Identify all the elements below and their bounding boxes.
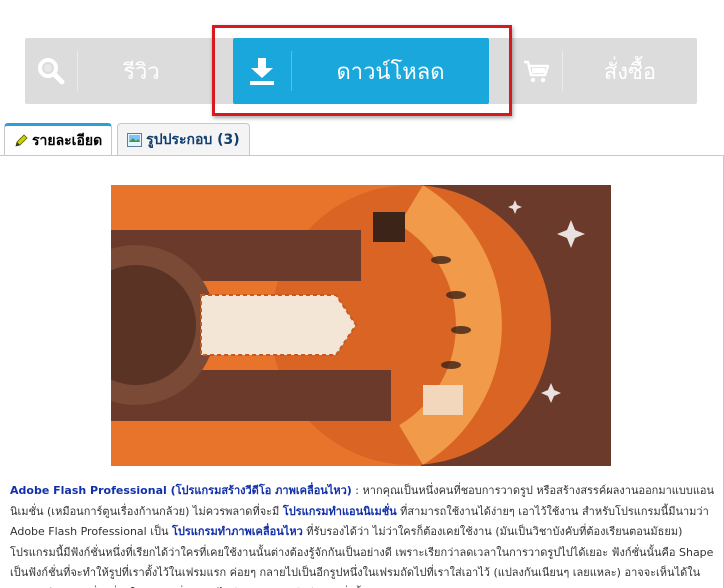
product-description: Adobe Flash Professional (โปรแกรมสร้างวี… [10,481,716,588]
tab-images[interactable]: รูปประกอบ (3) [117,123,250,155]
tab-details-label: รายละเอียด [32,133,103,149]
download-label: ดาวน์โหลด [336,59,445,85]
tab-images-label: รูปประกอบ (3) [146,131,240,148]
search-icon [25,38,77,104]
cart-icon [510,38,562,104]
order-button[interactable]: สั่งซื้อ [510,38,697,104]
keyword-link[interactable]: โปรแกรมทำแอนนิเมชั่น [283,505,397,518]
product-banner-image [111,185,611,466]
review-button[interactable]: รีวิว [25,38,205,104]
order-label: สั่งซื้อ [603,59,657,85]
tab-bar: รายละเอียด รูปประกอบ (3) [4,123,255,156]
download-button[interactable]: ดาวน์โหลด [233,38,489,104]
tab-details[interactable]: รายละเอียด [4,123,113,156]
product-title-link[interactable]: Adobe Flash Professional (โปรแกรมสร้างวี… [10,484,352,497]
keyword-link[interactable]: โปรแกรมทำภาพเคลื่อนไหว [172,525,303,538]
download-icon [233,38,291,104]
pencil-icon [14,134,28,148]
review-label: รีวิว [123,59,160,85]
image-icon [127,132,143,147]
